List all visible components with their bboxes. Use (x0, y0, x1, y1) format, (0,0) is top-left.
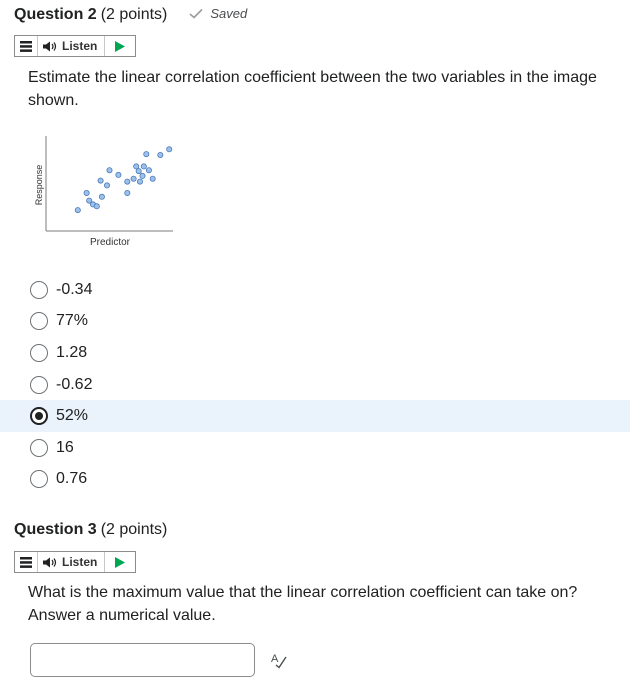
data-point (137, 178, 144, 185)
data-point (115, 171, 122, 178)
play-button[interactable] (105, 552, 135, 572)
saved-label: Saved (210, 6, 248, 21)
speaker-icon (43, 557, 57, 567)
question-3-title: Question 3 (14, 521, 97, 538)
question-2-points: (2 points) (100, 6, 168, 23)
radio-button[interactable] (30, 470, 48, 489)
listen-toolbar-q3: Listen (14, 551, 137, 573)
data-point (97, 177, 104, 184)
option-label: -0.34 (56, 280, 93, 298)
answer-option[interactable]: -0.34 (0, 274, 636, 306)
radio-button[interactable] (30, 312, 48, 331)
radio-button[interactable] (30, 407, 48, 426)
question-2-header: Question 2 (2 points) Saved (14, 6, 247, 24)
listen-toolbar-q2: Listen (14, 35, 137, 57)
radio-dot (35, 412, 43, 421)
play-button[interactable] (105, 36, 135, 56)
data-point (124, 190, 131, 197)
data-point (98, 193, 105, 200)
data-point (149, 175, 156, 182)
radio-button[interactable] (30, 343, 48, 362)
data-point (83, 190, 90, 197)
y-axis-label: Response (34, 165, 44, 206)
answer-option[interactable]: 0.76 (0, 464, 636, 496)
data-point (139, 172, 146, 179)
play-icon (115, 556, 126, 568)
data-points (74, 146, 173, 214)
option-label: -0.62 (56, 375, 93, 393)
x-axis-label: Predictor (90, 237, 131, 248)
data-point (104, 182, 111, 189)
data-point (166, 146, 173, 153)
question-3-header: Question 3 (2 points) (14, 521, 167, 539)
data-point (145, 167, 152, 174)
menu-button[interactable] (15, 552, 38, 572)
speaker-icon (43, 41, 57, 51)
play-icon (115, 40, 126, 52)
listen-label: Listen (62, 39, 98, 53)
answer-option[interactable]: 1.28 (0, 337, 636, 369)
option-label: 77% (56, 312, 89, 330)
option-label: 52% (56, 407, 89, 425)
data-point (130, 175, 137, 182)
listen-label: Listen (62, 555, 98, 569)
data-point (93, 203, 100, 210)
answer-option[interactable]: -0.62 (0, 369, 636, 401)
answer-options: -0.34 77% 1.28 -0.62 52% 16 0.76 (0, 274, 636, 495)
data-point (106, 167, 113, 174)
radio-button[interactable] (30, 438, 48, 457)
spellcheck-icon[interactable]: A (270, 651, 288, 669)
listen-button[interactable]: Listen (38, 36, 106, 56)
question-2-title: Question 2 (14, 6, 97, 23)
answer-option[interactable]: 52% (0, 400, 630, 432)
answer-option[interactable]: 16 (0, 432, 636, 464)
menu-icon (20, 556, 32, 568)
svg-text:A: A (271, 653, 279, 665)
option-label: 1.28 (56, 343, 88, 361)
data-point (74, 207, 81, 214)
answer-option[interactable]: 77% (0, 306, 636, 338)
data-point (124, 178, 131, 185)
question-2-text: Estimate the linear correlation coeffici… (28, 69, 597, 109)
menu-button[interactable] (15, 36, 38, 56)
question-3-points: (2 points) (100, 521, 168, 538)
data-point (157, 151, 164, 158)
option-label: 0.76 (56, 470, 88, 488)
radio-button[interactable] (30, 375, 48, 394)
option-label: 16 (56, 438, 74, 456)
data-point (135, 168, 142, 175)
menu-icon (20, 40, 32, 52)
answer-input[interactable] (30, 643, 255, 677)
saved-status: Saved (189, 6, 247, 21)
question-3-text: What is the maximum value that the linea… (28, 584, 578, 624)
listen-button[interactable]: Listen (38, 552, 106, 572)
checkmark-icon (189, 8, 203, 19)
scatter-chart: Predictor Response (34, 136, 173, 248)
radio-button[interactable] (30, 280, 48, 299)
data-point (143, 151, 150, 158)
data-point (140, 163, 147, 170)
